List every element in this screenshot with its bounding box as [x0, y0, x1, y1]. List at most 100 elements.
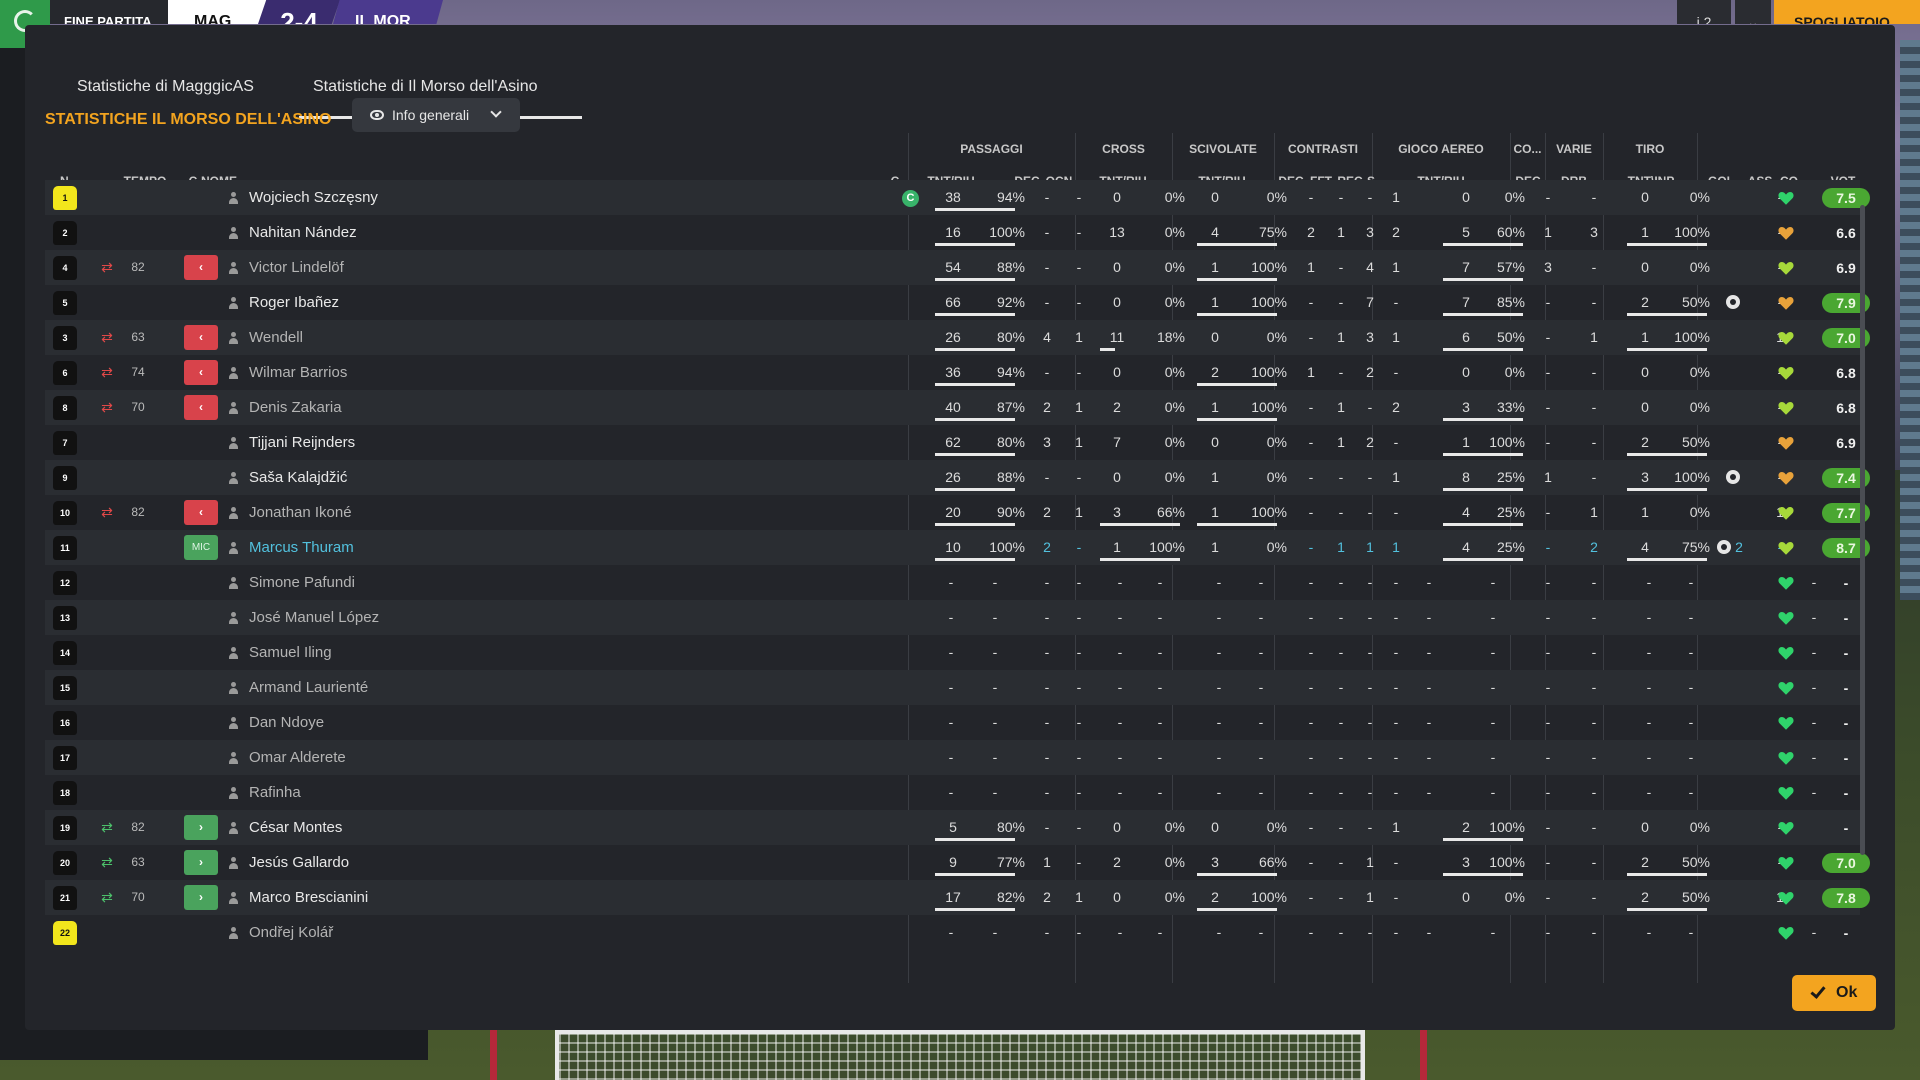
player-name[interactable]: Simone Pafundi	[249, 565, 355, 600]
contrasti-s: -	[1393, 294, 1399, 310]
aerial-accuracy-bar	[1443, 558, 1523, 561]
dribbles: -	[1591, 189, 1597, 205]
info-button[interactable]: i 2	[1677, 0, 1731, 24]
empty-stat: -	[1688, 609, 1694, 625]
person-icon	[228, 612, 239, 624]
empty-stat: -	[1157, 784, 1163, 800]
player-name[interactable]: Denis Zakaria	[249, 390, 342, 425]
table-row[interactable]: 18 Rafinha - - - - - - - - - - - - - - - - - - - -	[45, 775, 1860, 810]
table-row[interactable]: 13 José Manuel López - - - - - - - - - - - - - - - - - - - -	[45, 600, 1860, 635]
table-row[interactable]: 4 ⇄ 82 ‹ Victor Lindelöf 54 88% - -0 0% 1 100% 1-4 1 7…	[45, 250, 1860, 285]
pass-ocn: -	[1076, 819, 1082, 835]
empty-stat: -	[1258, 714, 1264, 730]
scrollbar[interactable]	[1860, 205, 1865, 855]
match-status: FINE PARTITA	[50, 0, 168, 24]
dribbles: 1	[1590, 504, 1598, 520]
empty-stat: -	[1076, 924, 1082, 940]
empty-stat: -	[1258, 784, 1264, 800]
cross-accuracy: 0%	[1164, 434, 1185, 450]
group-header[interactable]: CONTRASTI	[1274, 133, 1372, 165]
group-header[interactable]: CROSS	[1075, 133, 1172, 165]
player-name[interactable]: Nahitan Nández	[249, 215, 357, 250]
sub-minute: 63	[131, 330, 145, 344]
table-row[interactable]: 22 Ondřej Kolář - - - - - - - - - - - - - - - - - - - -	[45, 915, 1860, 950]
player-name[interactable]: Victor Lindelöf	[249, 250, 344, 285]
dressing-room-button[interactable]: SPOGLIATOIO	[1774, 0, 1920, 24]
player-name[interactable]: Wilmar Barrios	[249, 355, 347, 390]
goal-ball-icon	[1726, 470, 1740, 484]
player-name[interactable]: Wendell	[249, 320, 303, 355]
table-row[interactable]: 8 ⇄ 70 ‹ Denis Zakaria 40 87% 2 1 2 0% 1 100% -1-2 3 33…	[45, 390, 1860, 425]
ok-button[interactable]: Ok	[1792, 975, 1876, 1011]
co-dec: -	[1545, 854, 1551, 870]
chevron-down-icon[interactable]: ⌄	[1735, 0, 1771, 24]
empty-stat: -	[1688, 644, 1694, 660]
table-row[interactable]: 20 ⇄ 63 › Jesús Gallardo 9 77% 1-2 0% 3 66% - -1-3 10…	[45, 845, 1870, 880]
empty-stat: -	[1646, 714, 1652, 730]
group-header[interactable]: VARIE	[1545, 133, 1603, 165]
condition-heart-icon	[1777, 784, 1795, 802]
group-header[interactable]: TIRO	[1603, 133, 1697, 165]
player-name[interactable]: Marcus Thuram	[249, 530, 354, 565]
contrasti-fft: 1	[1337, 399, 1345, 415]
person-icon	[228, 822, 239, 834]
cross-accuracy: 0%	[1164, 364, 1185, 380]
player-name[interactable]: Jonathan Ikoné	[249, 495, 352, 530]
empty-stat: -	[1490, 924, 1496, 940]
player-name[interactable]: Roger Ibañez	[249, 285, 339, 320]
condition-heart-icon	[1777, 294, 1795, 312]
pass-accuracy-bar	[935, 313, 1015, 316]
empty-stat: -	[1545, 574, 1551, 590]
table-row[interactable]: 14 Samuel Iling - - - - - - - - - - - - - - - - - - - -	[45, 635, 1860, 670]
empty-stat: -	[1308, 924, 1314, 940]
empty-stat: -	[1591, 679, 1597, 695]
player-name[interactable]: Dan Ndoye	[249, 705, 324, 740]
empty-stat: -	[1258, 679, 1264, 695]
empty-stat: -	[992, 644, 998, 660]
table-row[interactable]: 12 Simone Pafundi - - - - - - - - - - - - - - - - - - - -	[45, 565, 1860, 600]
aerial-accuracy-bar	[1443, 488, 1523, 491]
group-header[interactable]: PASSAGGI	[908, 133, 1075, 165]
player-name[interactable]: Samuel Iling	[249, 635, 332, 670]
table-row[interactable]: 6 ⇄ 74 ‹ Wilmar Barrios 36 94% - -0 0% 2 100% 1-2-0 0…	[45, 355, 1860, 390]
table-row[interactable]: 10 ⇄ 82 ‹ Jonathan Ikoné 20 90% 2 1 3 66% 1 100% - - - -…	[45, 495, 1870, 530]
table-row[interactable]: 19 ⇄ 82 › César Montes 5 80% - -0 0% 0 0% - - -1 2 100% -…	[45, 810, 1860, 845]
group-header[interactable]: SCIVOLATE	[1172, 133, 1274, 165]
player-name[interactable]: Saša Kalajdžić	[249, 460, 347, 495]
person-icon	[228, 927, 239, 939]
player-name[interactable]: Rafinha	[249, 775, 301, 810]
player-name[interactable]: Armand Laurienté	[249, 670, 368, 705]
player-name[interactable]: Jesús Gallardo	[249, 845, 349, 880]
empty-stat: -	[1308, 784, 1314, 800]
table-row[interactable]: 15 Armand Laurienté - - - - - - - - - - - - - - - - - - - -	[45, 670, 1860, 705]
condition-heart-icon	[1777, 679, 1795, 697]
contrasti-s: 1	[1392, 189, 1400, 205]
player-name[interactable]: Omar Alderete	[249, 740, 346, 775]
aerial-accuracy-bar	[1443, 348, 1523, 351]
view-dropdown[interactable]: Info generali	[352, 98, 520, 132]
table-row[interactable]: 5 Roger Ibañez 66 92% - -0 0% 1 100% - -7-7 85% - -2 5…	[45, 285, 1870, 320]
table-row[interactable]: 16 Dan Ndoye - - - - - - - - - - - - - - - - - - - -	[45, 705, 1860, 740]
contrasti-s: 1	[1392, 819, 1400, 835]
table-row[interactable]: 21 ⇄ 70 › Marco Brescianini 17 82% 2 1 0 0% 2 100% - -…	[45, 880, 1870, 915]
table-row[interactable]: 2 Nahitan Nández 16 100% - -13 0% 4 75% 2 1 3 2 5 60% 1…	[45, 215, 1860, 250]
player-name[interactable]: César Montes	[249, 810, 342, 845]
group-header[interactable]: CO...	[1510, 133, 1545, 165]
table-row[interactable]: 17 Omar Alderete - - - - - - - - - - - - - - - - - - - -	[45, 740, 1860, 775]
player-name[interactable]: Wojciech Szczęsny	[249, 180, 378, 215]
table-row[interactable]: 9 Saša Kalajdžić 26 88% - -0 0% 1 0% - - -1 8 25% 1-3 1…	[45, 460, 1870, 495]
player-name[interactable]: Tijjani Reijnders	[249, 425, 355, 460]
player-name[interactable]: Ondřej Kolář	[249, 915, 333, 950]
player-name[interactable]: Marco Brescianini	[249, 880, 368, 915]
table-row[interactable]: 11 MIC Marcus Thuram 10 100% 2-1 100% 1 0% -1 1 1 4 2…	[45, 530, 1870, 565]
table-row[interactable]: 1 Wojciech Szczęsny C 38 94% - -0 0% 0 0% - - -1 0 0% -…	[45, 180, 1870, 215]
empty-stat: -	[1646, 924, 1652, 940]
empty-stat: -	[1044, 749, 1050, 765]
empty-stat: -	[1157, 574, 1163, 590]
dribbles: -	[1591, 294, 1597, 310]
contrasti-s: -	[1393, 854, 1399, 870]
table-row[interactable]: 3 ⇄ 63 ‹ Wendell 26 80% 4 1 11 18% 0 0% -1 3 1 6 50% -1 1 10…	[45, 320, 1870, 355]
table-row[interactable]: 7 Tijjani Reijnders 62 80% 3 1 7 0% 0 0% -1 2-1 100%…	[45, 425, 1860, 460]
player-name[interactable]: José Manuel López	[249, 600, 379, 635]
group-header[interactable]: GIOCO AEREO	[1372, 133, 1510, 165]
